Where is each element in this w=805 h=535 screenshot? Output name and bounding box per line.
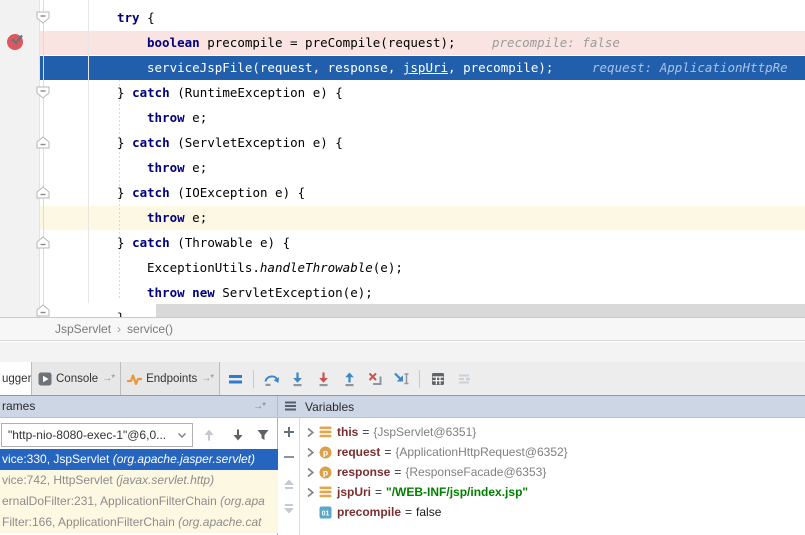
- panel-header-bar: rames →* Variables: [0, 395, 805, 418]
- variable-value: {ApplicationHttpRequest@6352}: [395, 442, 567, 462]
- variables-panel: this={JspServlet@6351}prequest={Applicat…: [278, 418, 805, 535]
- parameter-icon: p: [319, 446, 333, 459]
- tab-scroll-badge: →*: [102, 373, 114, 384]
- debug-toolbar: [227, 362, 472, 395]
- layout-settings-icon[interactable]: [455, 371, 472, 387]
- breadcrumb-method[interactable]: service(): [127, 322, 173, 336]
- tab-endpoints[interactable]: Endpoints →*: [121, 362, 220, 395]
- code-editor[interactable]: try {boolean precompile = preCompile(req…: [0, 0, 805, 318]
- toolbar-separator: [253, 370, 254, 388]
- variable-value: {JspServlet@6351}: [373, 422, 476, 442]
- filter-icon[interactable]: [255, 427, 271, 443]
- code-line: serviceJspFile(request, response, jspUri…: [0, 55, 805, 80]
- variable-value: {ResponseFacade@6353}: [405, 462, 546, 482]
- stack-frame-row[interactable]: ernalDoFilter:231, ApplicationFilterChai…: [0, 491, 278, 512]
- arrow-up-icon[interactable]: [201, 427, 217, 443]
- step-into-icon[interactable]: [289, 371, 306, 387]
- stack-frame-row[interactable]: vice:330, JspServlet (org.apache.jasper.…: [0, 449, 278, 470]
- variable-name: request: [337, 442, 380, 462]
- code-line: throw e;: [0, 205, 805, 230]
- variables-toolbar: [278, 418, 300, 535]
- add-watch-icon[interactable]: [281, 425, 297, 441]
- code-line: } catch (Throwable e) {: [0, 230, 805, 255]
- code-line: throw new ServletException(e);: [0, 280, 805, 305]
- frames-header: rames →*: [0, 396, 278, 417]
- chevron-right-icon[interactable]: [305, 427, 319, 438]
- chevron-right-icon[interactable]: [305, 487, 319, 498]
- move-down-icon[interactable]: [281, 502, 297, 518]
- debugger-inline-hint: request: ApplicationHttpRe: [592, 55, 788, 80]
- run-to-cursor-icon[interactable]: [393, 371, 410, 387]
- svg-text:01: 01: [322, 510, 330, 517]
- variable-name: response: [337, 462, 390, 482]
- debug-panels: "http-nio-8080-exec-1"@6,0... vice:330, …: [0, 418, 805, 535]
- chevron-down-icon: [177, 424, 187, 447]
- tab-ugger[interactable]: ugger: [0, 362, 32, 395]
- variables-header: Variables: [278, 396, 805, 417]
- stack-frame-row[interactable]: Filter:166, ApplicationFilterChain (org.…: [0, 512, 278, 533]
- evaluate-expression-icon[interactable]: [429, 371, 446, 387]
- endpoints-icon: [127, 372, 142, 386]
- move-up-icon[interactable]: [281, 477, 297, 493]
- variable-row[interactable]: 01precompile=false: [301, 502, 805, 522]
- debugger-inline-hint: precompile: false: [492, 30, 620, 55]
- value-icon: [319, 486, 333, 499]
- variable-name: this: [337, 422, 358, 442]
- variable-row[interactable]: this={JspServlet@6351}: [301, 422, 805, 442]
- variable-value: "/WEB-INF/jsp/index.jsp": [386, 482, 528, 502]
- breadcrumb-separator-icon: ›: [117, 322, 121, 336]
- code-line: } catch (ServletException e) {: [0, 130, 805, 155]
- parameter-icon: p: [319, 466, 333, 479]
- code-line: throw e;: [0, 155, 805, 180]
- stack-frame-row[interactable]: vice:742, HttpServlet (javax.servlet.htt…: [0, 470, 278, 491]
- tab-scroll-badge: →*: [201, 373, 213, 384]
- hamburger-icon[interactable]: [285, 400, 296, 414]
- code-line: try {: [0, 5, 805, 30]
- primitive-icon: 01: [319, 506, 333, 519]
- code-line: } catch (IOException e) {: [0, 180, 805, 205]
- variables-title: Variables: [305, 400, 354, 414]
- toolbar-separator: [419, 370, 420, 388]
- code-line: } catch (RuntimeException e) {: [0, 80, 805, 105]
- code-line: throw e;: [0, 105, 805, 130]
- variable-name: precompile: [337, 502, 401, 522]
- step-over-icon[interactable]: [263, 371, 280, 387]
- tab-label: ugger: [2, 373, 31, 385]
- thread-selector[interactable]: "http-nio-8080-exec-1"@6,0...: [1, 423, 193, 447]
- variable-row[interactable]: prequest={ApplicationHttpRequest@6352}: [301, 442, 805, 462]
- console-icon: [38, 372, 52, 386]
- tab-label: Console: [56, 373, 98, 385]
- toolwindow-gap: [0, 342, 805, 362]
- chevron-right-icon[interactable]: [305, 467, 319, 478]
- variable-value: false: [416, 502, 441, 522]
- debug-tabbar: ugger Console →* Endpoints →*: [0, 362, 805, 395]
- value-icon: [319, 426, 333, 439]
- variable-row[interactable]: presponse={ResponseFacade@6353}: [301, 462, 805, 482]
- drop-frame-icon[interactable]: [367, 371, 384, 387]
- chevron-right-icon[interactable]: [305, 447, 319, 458]
- threads-view-icon[interactable]: [227, 371, 244, 387]
- frames-pin-icon[interactable]: →*: [253, 396, 265, 417]
- arrow-down-icon[interactable]: [230, 427, 246, 443]
- tab-console[interactable]: Console →*: [32, 362, 121, 395]
- code-line: ExceptionUtils.handleThrowable(e);: [0, 255, 805, 280]
- variable-name: jspUri: [337, 482, 371, 502]
- svg-text:p: p: [323, 447, 328, 457]
- breadcrumb-class[interactable]: JspServlet: [55, 322, 111, 336]
- tab-label: Endpoints: [146, 373, 197, 385]
- breadcrumb: JspServlet › service(): [0, 318, 805, 341]
- code-line: boolean precompile = preCompile(request)…: [0, 30, 805, 55]
- remove-watch-icon[interactable]: [281, 450, 297, 466]
- frames-title: rames: [2, 396, 35, 417]
- frames-panel: "http-nio-8080-exec-1"@6,0... vice:330, …: [0, 418, 278, 535]
- svg-text:p: p: [323, 467, 328, 477]
- force-step-into-icon[interactable]: [315, 371, 332, 387]
- horizontal-scrollbar[interactable]: [156, 304, 805, 317]
- variable-row[interactable]: jspUri="/WEB-INF/jsp/index.jsp": [301, 482, 805, 502]
- step-out-icon[interactable]: [341, 371, 358, 387]
